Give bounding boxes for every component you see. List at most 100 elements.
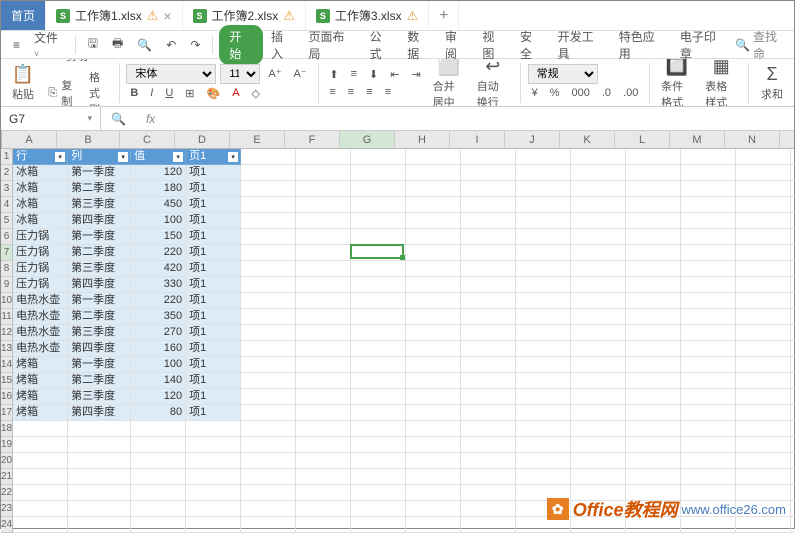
cell-K2[interactable] [571, 165, 626, 181]
align-right-button[interactable]: ≡ [362, 84, 376, 100]
cell-M16[interactable] [681, 389, 736, 405]
cell-K6[interactable] [571, 229, 626, 245]
align-left-button[interactable]: ≡ [325, 84, 339, 100]
col-header-O[interactable]: O [780, 131, 795, 148]
cell-I23[interactable] [461, 501, 516, 517]
cell-N6[interactable] [736, 229, 791, 245]
cell-N17[interactable] [736, 405, 791, 421]
cell-G12[interactable] [351, 325, 406, 341]
cell-A24[interactable] [13, 517, 68, 533]
row-header-10[interactable]: 10 [1, 293, 13, 309]
cell-I13[interactable] [461, 341, 516, 357]
cell-A13[interactable]: 电热水壶 [13, 341, 68, 357]
cell-F23[interactable] [296, 501, 351, 517]
formula-input[interactable] [165, 107, 794, 130]
cell-I19[interactable] [461, 437, 516, 453]
cell-N1[interactable] [736, 149, 791, 165]
cell-O10[interactable] [791, 293, 795, 309]
cell-J6[interactable] [516, 229, 571, 245]
cell-C15[interactable]: 140 [131, 373, 186, 389]
highlight-button[interactable]: ◇ [248, 85, 264, 102]
font-select[interactable]: 宋体 [126, 64, 216, 84]
cell-N2[interactable] [736, 165, 791, 181]
cell-M20[interactable] [681, 453, 736, 469]
cell-H20[interactable] [406, 453, 461, 469]
cell-D13[interactable]: 项1 [186, 341, 241, 357]
cell-L17[interactable] [626, 405, 681, 421]
italic-button[interactable]: I [146, 85, 157, 101]
cell-D14[interactable]: 项1 [186, 357, 241, 373]
row-header-14[interactable]: 14 [1, 357, 13, 373]
cell-F9[interactable] [296, 277, 351, 293]
cell-M9[interactable] [681, 277, 736, 293]
row-header-9[interactable]: 9 [1, 277, 13, 293]
cell-H16[interactable] [406, 389, 461, 405]
cell-A9[interactable]: 压力锅 [13, 277, 68, 293]
col-header-C[interactable]: C [120, 131, 175, 148]
filter-arrow-icon[interactable]: ▾ [228, 152, 238, 162]
cell-I7[interactable] [461, 245, 516, 261]
cell-B3[interactable]: 第二季度 [68, 181, 131, 197]
cell-F14[interactable] [296, 357, 351, 373]
cell-B15[interactable]: 第二季度 [68, 373, 131, 389]
cell-F20[interactable] [296, 453, 351, 469]
cell-L13[interactable] [626, 341, 681, 357]
cell-C18[interactable] [131, 421, 186, 437]
cut-button[interactable]: ✂剪切 [43, 59, 112, 66]
cell-D16[interactable]: 项1 [186, 389, 241, 405]
cell-N9[interactable] [736, 277, 791, 293]
cell-K19[interactable] [571, 437, 626, 453]
cell-L18[interactable] [626, 421, 681, 437]
cell-G13[interactable] [351, 341, 406, 357]
cell-J21[interactable] [516, 469, 571, 485]
cell-O2[interactable] [791, 165, 795, 181]
paste-button[interactable]: 📋 粘贴 [7, 61, 39, 104]
cell-C2[interactable]: 120 [131, 165, 186, 181]
cell-O19[interactable] [791, 437, 795, 453]
cell-J2[interactable] [516, 165, 571, 181]
cell-B10[interactable]: 第一季度 [68, 293, 131, 309]
cell-B6[interactable]: 第一季度 [68, 229, 131, 245]
menu-start[interactable]: 开始 [219, 25, 263, 65]
cell-H15[interactable] [406, 373, 461, 389]
indent-dec-button[interactable]: ⇤ [386, 66, 403, 83]
cell-L1[interactable] [626, 149, 681, 165]
cell-N21[interactable] [736, 469, 791, 485]
cell-I4[interactable] [461, 197, 516, 213]
cell-K17[interactable] [571, 405, 626, 421]
cell-E15[interactable] [241, 373, 296, 389]
cell-E16[interactable] [241, 389, 296, 405]
menu-insert[interactable]: 插入 [265, 25, 301, 65]
format-painter-button[interactable]: 格式刷 [85, 67, 112, 107]
cell-F19[interactable] [296, 437, 351, 453]
cell-D11[interactable]: 项1 [186, 309, 241, 325]
cell-M6[interactable] [681, 229, 736, 245]
cell-F18[interactable] [296, 421, 351, 437]
col-header-I[interactable]: I [450, 131, 505, 148]
row-header-3[interactable]: 3 [1, 181, 13, 197]
cell-F15[interactable] [296, 373, 351, 389]
row-header-20[interactable]: 20 [1, 453, 13, 469]
cell-I6[interactable] [461, 229, 516, 245]
cell-E8[interactable] [241, 261, 296, 277]
cell-K4[interactable] [571, 197, 626, 213]
cell-F6[interactable] [296, 229, 351, 245]
cell-G22[interactable] [351, 485, 406, 501]
cell-K20[interactable] [571, 453, 626, 469]
cell-F4[interactable] [296, 197, 351, 213]
cell-C3[interactable]: 180 [131, 181, 186, 197]
col-header-L[interactable]: L [615, 131, 670, 148]
cell-C9[interactable]: 330 [131, 277, 186, 293]
cell-C16[interactable]: 120 [131, 389, 186, 405]
cell-H21[interactable] [406, 469, 461, 485]
align-justify-button[interactable]: ≡ [381, 84, 395, 100]
indent-inc-button[interactable]: ⇥ [407, 66, 424, 83]
cell-E23[interactable] [241, 501, 296, 517]
cell-A17[interactable]: 烤箱 [13, 405, 68, 421]
row-header-7[interactable]: 7 [1, 245, 13, 261]
cell-H5[interactable] [406, 213, 461, 229]
font-color-button[interactable]: A [228, 85, 243, 101]
cell-D21[interactable] [186, 469, 241, 485]
cell-I15[interactable] [461, 373, 516, 389]
cell-E22[interactable] [241, 485, 296, 501]
